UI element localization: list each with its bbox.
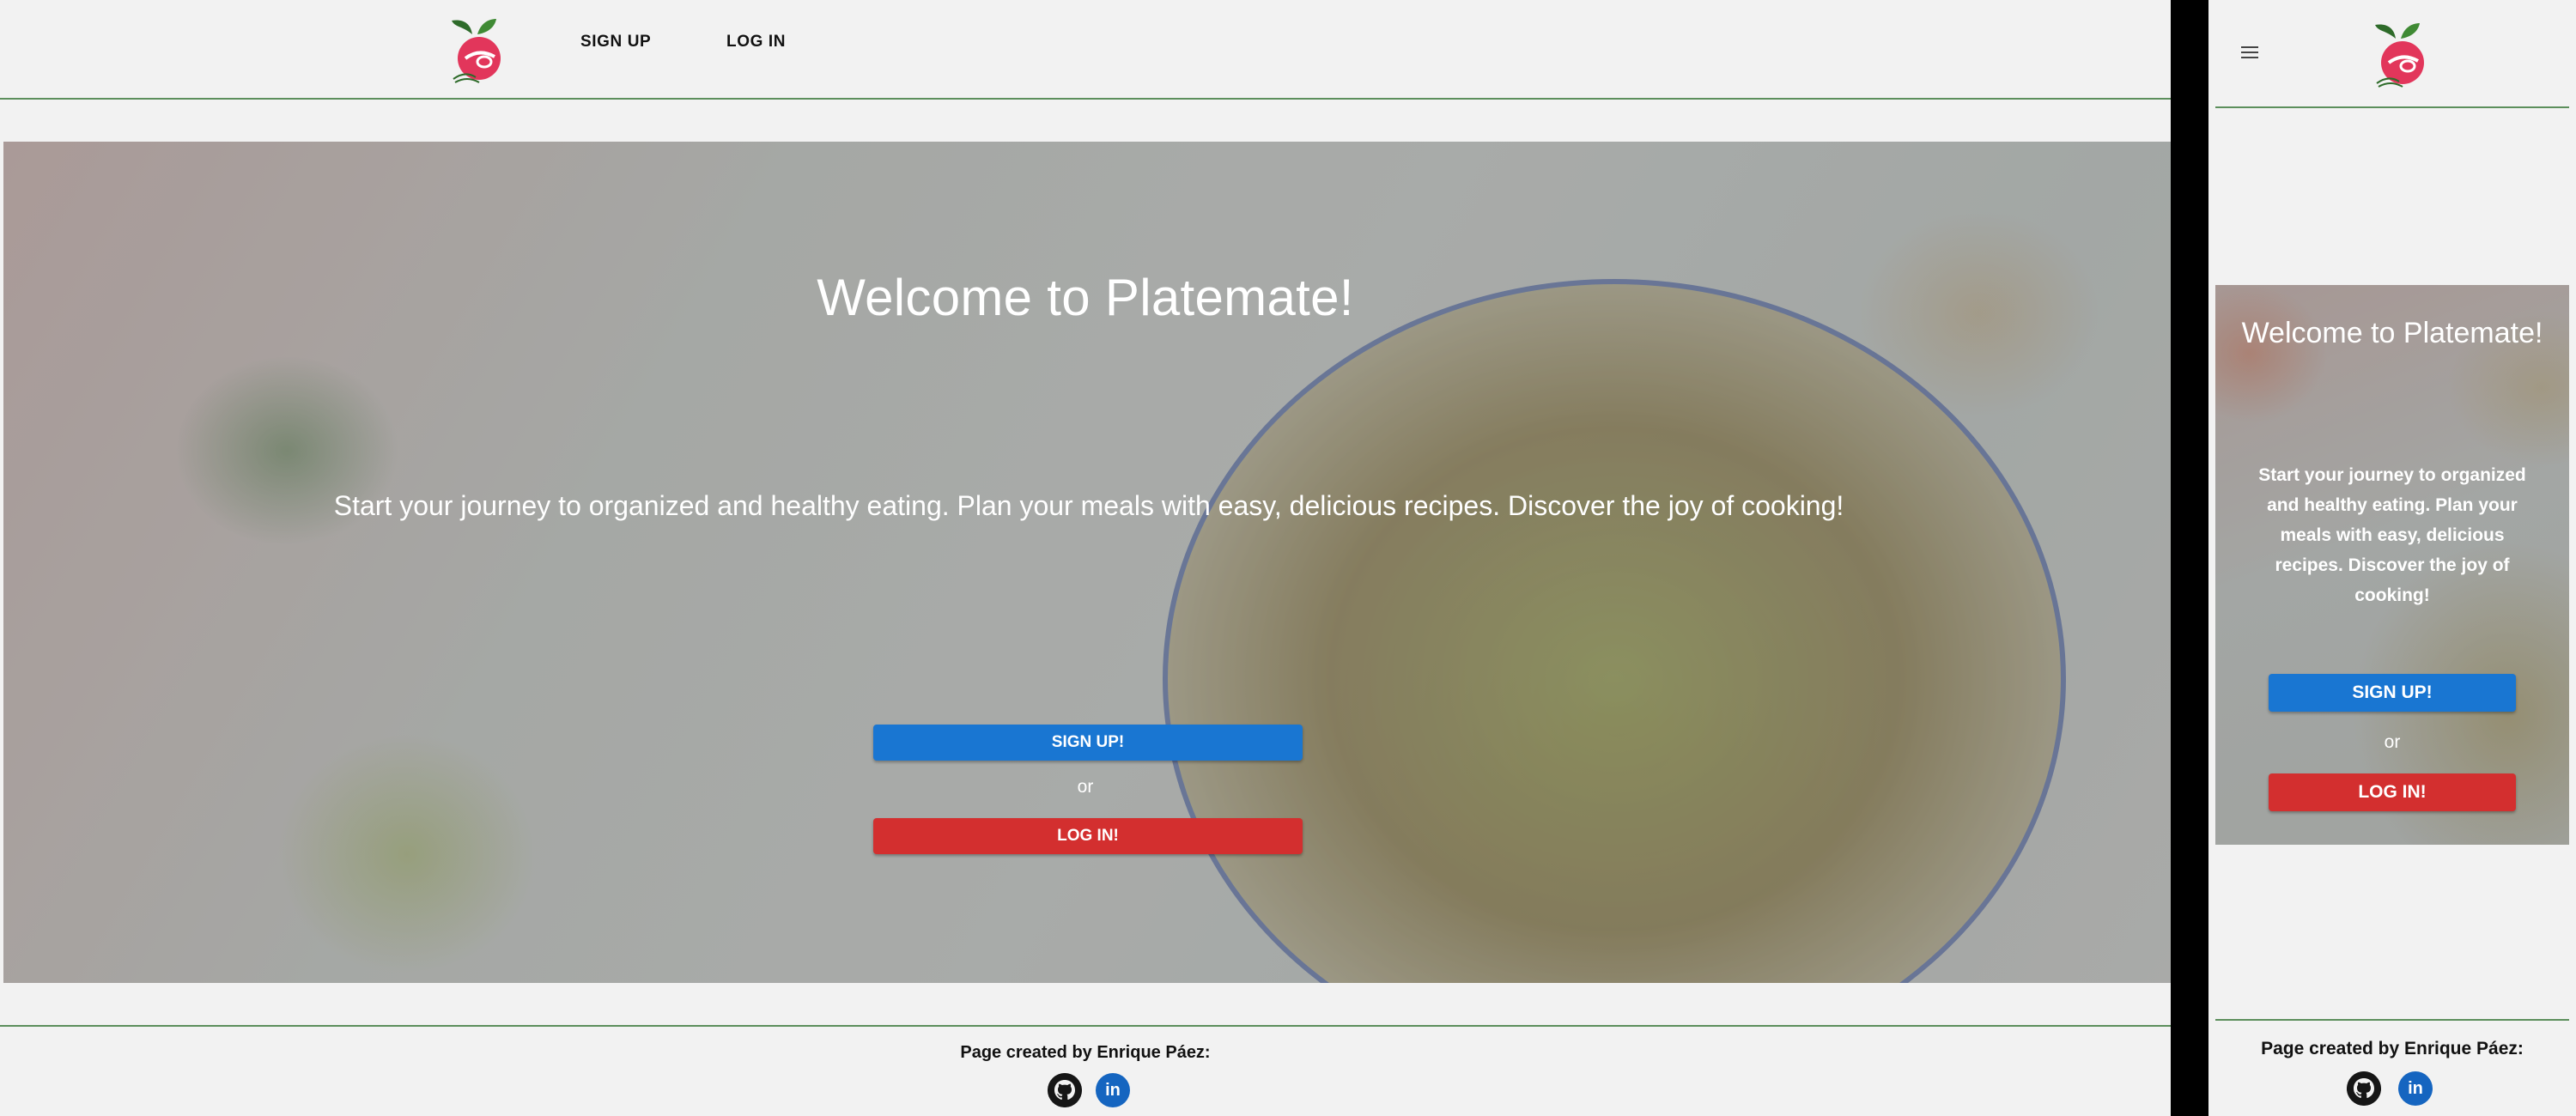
mobile-footer-divider: [2215, 1019, 2569, 1021]
platemate-logo-icon[interactable]: [447, 14, 508, 86]
mobile-header-divider: [2215, 106, 2569, 108]
signup-button[interactable]: SIGN UP!: [873, 725, 1303, 761]
desktop-view: SIGN UP LOG IN Welcome to Platemate! Sta…: [0, 0, 2171, 1116]
hero-subtitle: Start your journey to organized and heal…: [333, 490, 1844, 521]
desktop-header: [0, 0, 2171, 100]
mobile-view: Welcome to Platemate! Start your journey…: [2208, 0, 2576, 1116]
mobile-hero-subtitle: Start your journey to organized and heal…: [2258, 465, 2526, 605]
nav-login-link[interactable]: LOG IN: [726, 33, 786, 52]
login-button[interactable]: LOG IN!: [873, 818, 1303, 854]
platemate-logo-icon[interactable]: [2370, 17, 2432, 91]
mobile-hero-title: Welcome to Platemate!: [2241, 317, 2543, 349]
hero-title: Welcome to Platemate!: [817, 269, 1354, 326]
linkedin-icon[interactable]: in: [2398, 1071, 2433, 1106]
linkedin-icon[interactable]: in: [1096, 1073, 1130, 1107]
mobile-login-button[interactable]: LOG IN!: [2269, 773, 2516, 811]
mobile-footer-credit: Page created by Enrique Páez:: [2261, 1039, 2524, 1058]
footer-credit: Page created by Enrique Páez:: [960, 1043, 1211, 1062]
github-icon[interactable]: [2347, 1071, 2381, 1106]
or-separator-text: or: [1077, 777, 1094, 797]
hamburger-menu-icon[interactable]: [2241, 46, 2262, 64]
github-icon[interactable]: [1048, 1073, 1082, 1107]
footer-divider: [0, 1025, 2171, 1027]
mobile-or-separator-text: or: [2384, 732, 2401, 752]
nav-signup-link[interactable]: SIGN UP: [580, 33, 651, 52]
mobile-signup-button[interactable]: SIGN UP!: [2269, 674, 2516, 712]
viewport-divider: [2171, 0, 2208, 1116]
